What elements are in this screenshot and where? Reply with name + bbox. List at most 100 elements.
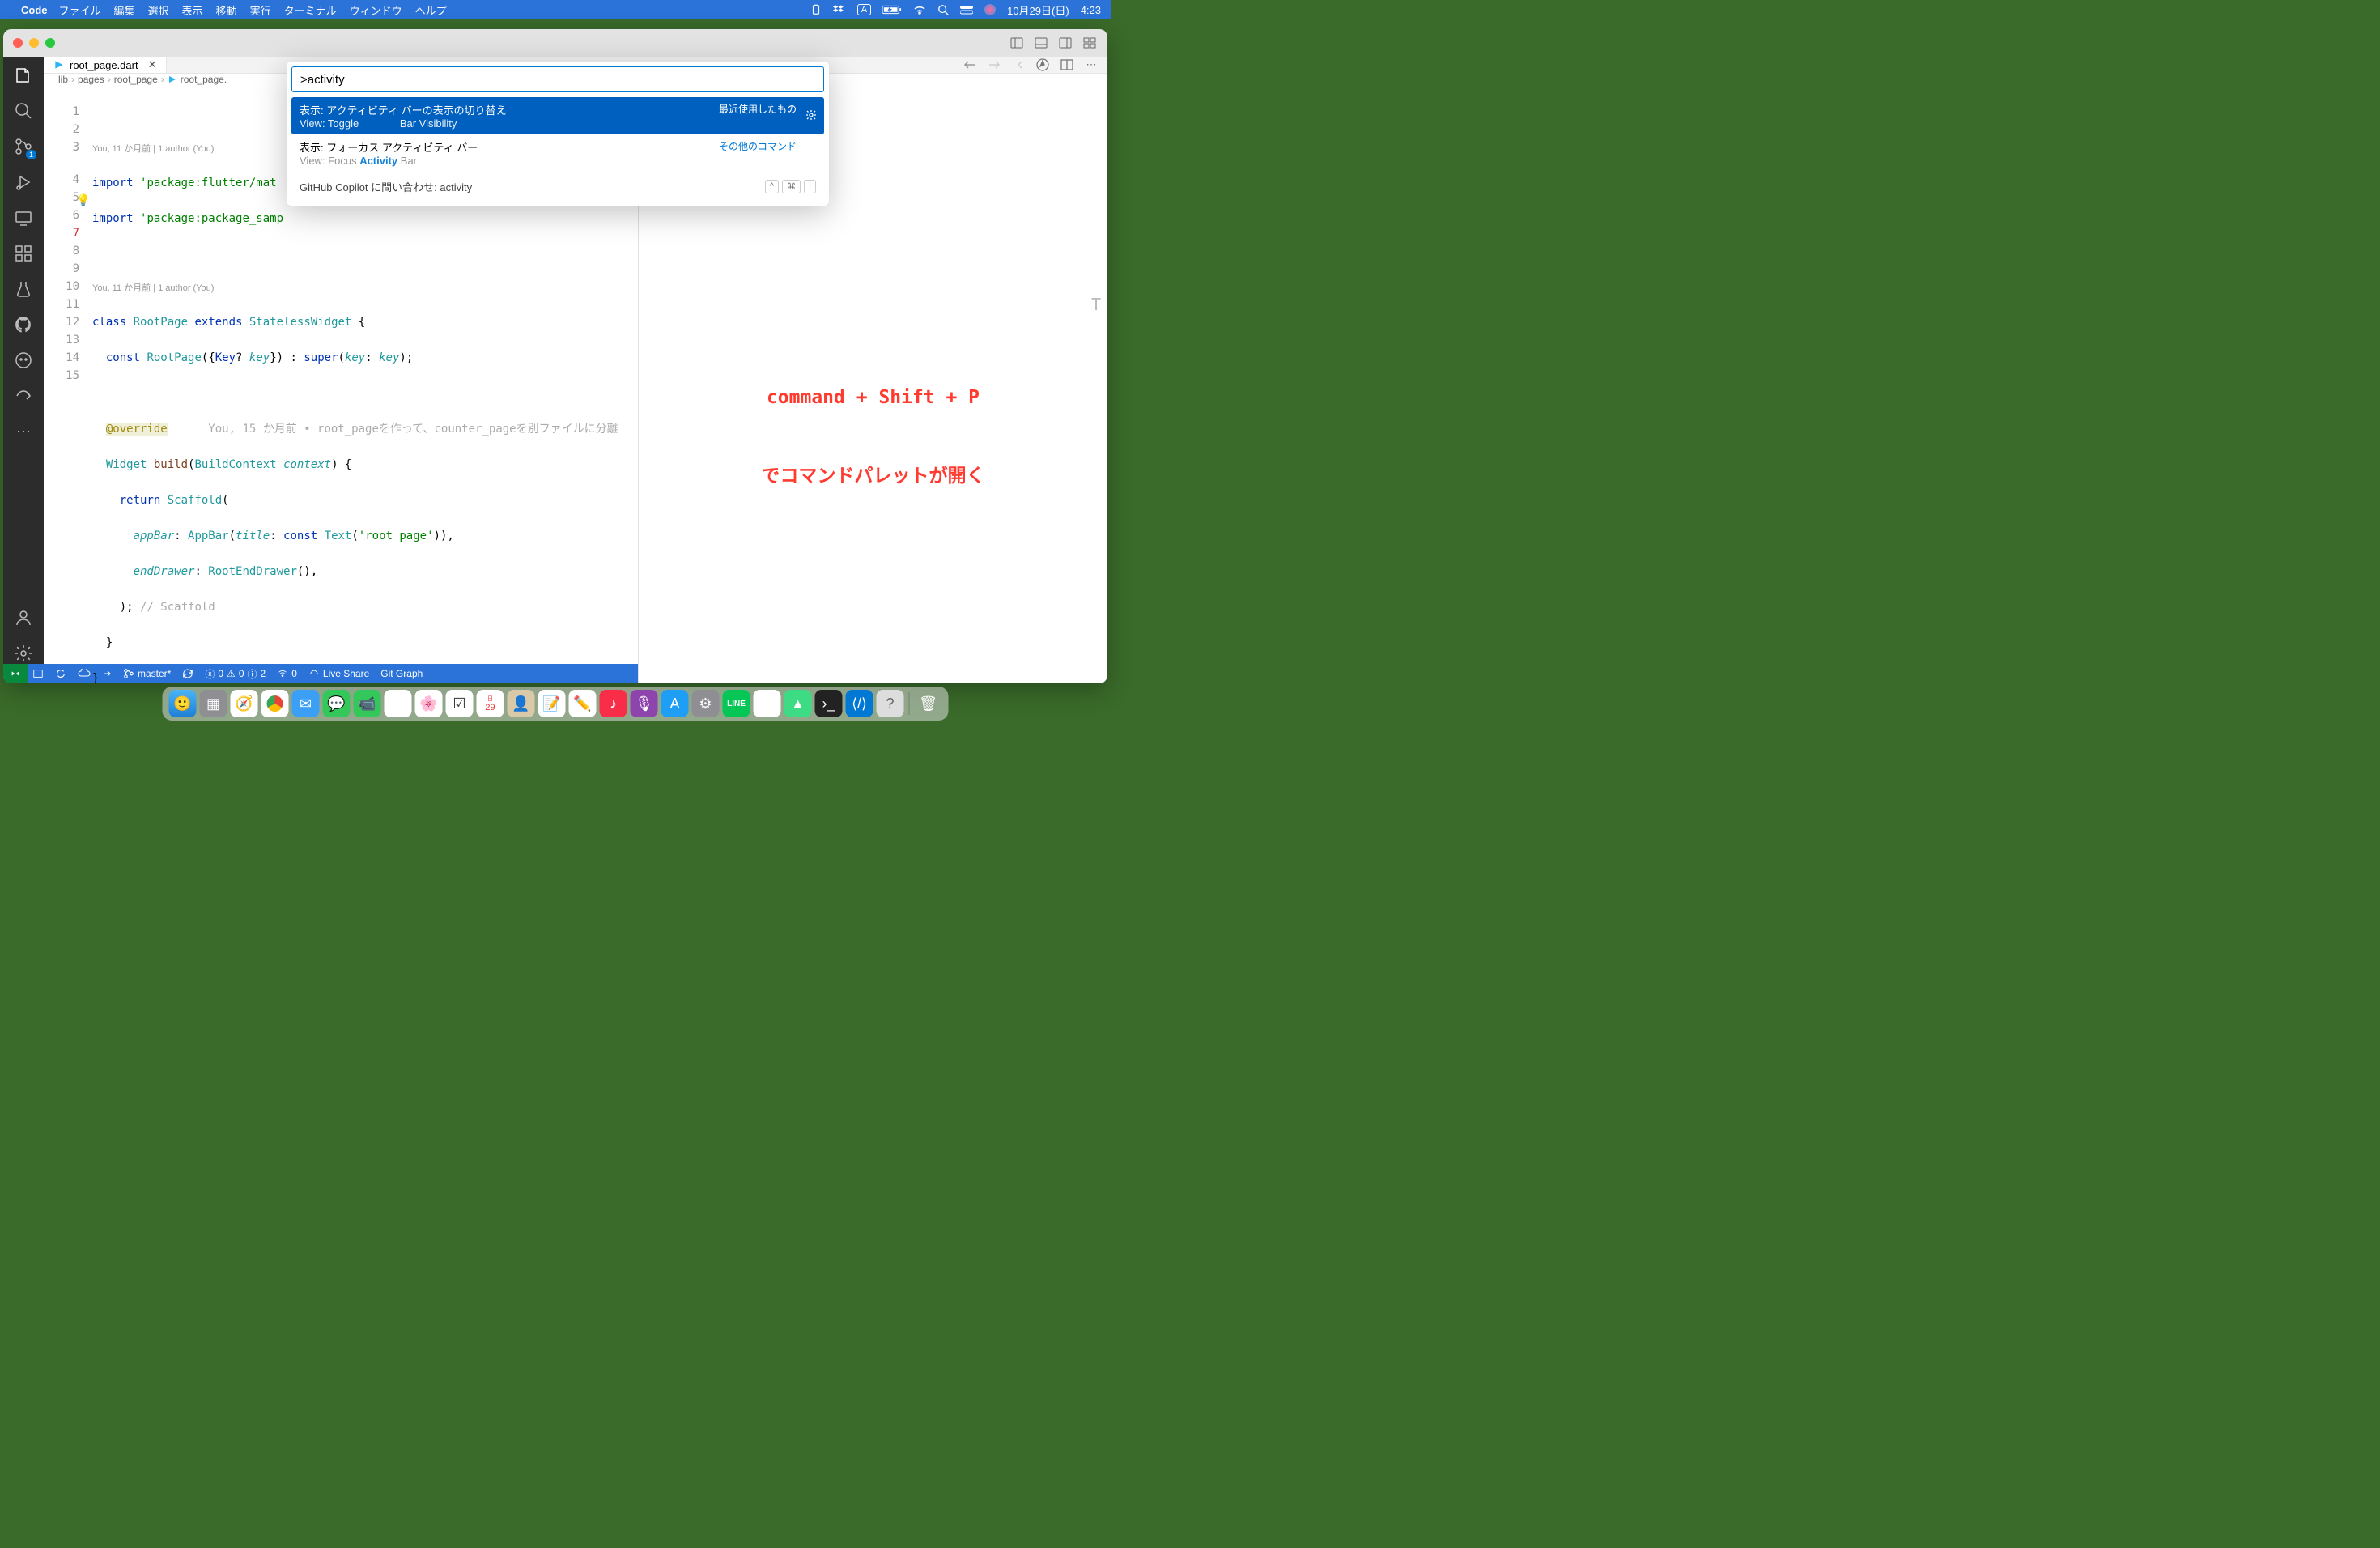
dropbox-icon[interactable]	[833, 4, 846, 15]
customize-layout-icon[interactable]	[1082, 35, 1098, 51]
go-forward-icon[interactable]	[986, 57, 1002, 73]
dock-photos-icon[interactable]: 🌸	[415, 690, 443, 717]
siri-icon[interactable]	[984, 4, 996, 15]
dock-settings-icon[interactable]: ⚙	[692, 690, 720, 717]
dock-chrome-icon[interactable]	[261, 690, 289, 717]
copilot-icon[interactable]	[13, 350, 34, 371]
palette-hint: その他のコマンド	[719, 139, 797, 153]
editor-tab[interactable]: root_page.dart ✕	[44, 57, 167, 73]
dock-terminal-icon[interactable]: ›_	[815, 690, 843, 717]
test-icon[interactable]	[13, 279, 34, 300]
copilot-ask-row[interactable]: GitHub Copilot に問い合わせ: activity ^⌘I	[291, 172, 824, 201]
search-activity-icon[interactable]	[13, 100, 34, 121]
github-icon[interactable]	[13, 314, 34, 335]
remote-icon[interactable]	[13, 207, 34, 228]
traffic-lights	[13, 38, 55, 48]
dock-trash-icon[interactable]: 🗑	[915, 690, 942, 717]
lightbulb-icon[interactable]: 💡	[76, 192, 90, 210]
settings-icon[interactable]	[13, 643, 34, 664]
menu-file[interactable]: ファイル	[59, 2, 101, 18]
annotation-pane: T command + Shift + P でコマンドパレットが開く 「acti…	[638, 134, 1107, 683]
compass-icon[interactable]	[1035, 57, 1051, 73]
account-icon[interactable]	[13, 607, 34, 628]
activity-bar: 1 ⋯	[3, 57, 44, 664]
dock-android-studio-icon[interactable]: ▲	[784, 690, 812, 717]
clipboard-icon[interactable]	[810, 4, 822, 15]
maximize-window-button[interactable]	[45, 38, 55, 48]
dock-notes-icon[interactable]: 📝	[538, 690, 566, 717]
menu-run[interactable]: 実行	[250, 2, 271, 18]
search-icon[interactable]	[937, 4, 949, 15]
macos-menubar: Code ファイル 編集 選択 表示 移動 実行 ターミナル ウィンドウ ヘルプ…	[0, 0, 1111, 19]
share-icon[interactable]	[13, 385, 34, 406]
go-back-icon[interactable]	[962, 57, 978, 73]
dock-messages-icon[interactable]: 💬	[323, 690, 351, 717]
scm-icon[interactable]: 1	[13, 136, 34, 157]
control-center-icon[interactable]	[960, 5, 973, 15]
breadcrumb-seg[interactable]: pages	[78, 74, 104, 85]
menubar-time[interactable]: 4:23	[1081, 4, 1101, 16]
status-window-icon[interactable]	[32, 668, 44, 679]
command-palette-input[interactable]	[291, 66, 824, 92]
dock-calendar-icon[interactable]: 日29	[477, 690, 504, 717]
command-palette-item[interactable]: 表示: フォーカス アクティビティ バー View: Focus Activit…	[291, 134, 824, 172]
keyboard-hint: ^⌘I	[765, 180, 816, 194]
menu-terminal[interactable]: ターミナル	[284, 2, 337, 18]
dock-finder-icon[interactable]: 🙂	[169, 690, 197, 717]
app-name[interactable]: Code	[21, 4, 48, 16]
dock-maps-icon[interactable]: 🗺	[385, 690, 412, 717]
layout-left-icon[interactable]	[1009, 35, 1025, 51]
dock-help-icon[interactable]: ?	[877, 690, 904, 717]
last-edit-icon[interactable]	[1010, 57, 1026, 73]
dock-reminders-icon[interactable]: ☑	[446, 690, 474, 717]
dock-line-icon[interactable]: LINE	[723, 690, 750, 717]
wifi-icon[interactable]	[913, 5, 926, 15]
dock-contacts-icon[interactable]: 👤	[508, 690, 535, 717]
more-actions-icon[interactable]: ⋯	[1083, 57, 1099, 73]
dock-launchpad-icon[interactable]: ▦	[200, 690, 227, 717]
dock-slack-icon[interactable]: ⧉	[754, 690, 781, 717]
menubar-date[interactable]: 10月29日(日)	[1007, 2, 1069, 18]
scm-badge: 1	[26, 150, 36, 159]
layout-bottom-icon[interactable]	[1033, 35, 1049, 51]
remote-indicator[interactable]	[3, 664, 28, 683]
line-gutter: 123 456 7 89101112131415	[44, 85, 92, 683]
menu-selection[interactable]: 選択	[148, 2, 169, 18]
annotation-1: command + Shift + P でコマンドパレットが開く	[663, 333, 1083, 542]
explorer-icon[interactable]	[13, 65, 34, 86]
dock-podcasts-icon[interactable]: 🎙	[631, 690, 658, 717]
tab-filename: root_page.dart	[70, 59, 138, 71]
minimize-window-button[interactable]	[29, 38, 39, 48]
menu-view[interactable]: 表示	[182, 2, 203, 18]
dock-safari-icon[interactable]: 🧭	[231, 690, 258, 717]
breadcrumb-seg[interactable]: lib	[58, 74, 68, 85]
dock-mail-icon[interactable]: ✉	[292, 690, 320, 717]
menu-window[interactable]: ウィンドウ	[350, 2, 402, 18]
dock-facetime-icon[interactable]: 📹	[354, 690, 381, 717]
menu-go[interactable]: 移動	[216, 2, 237, 18]
more-icon[interactable]: ⋯	[13, 421, 34, 442]
dart-file-icon	[168, 74, 177, 84]
battery-icon[interactable]	[882, 5, 902, 15]
text-cursor-icon: T	[1091, 296, 1101, 313]
command-palette: 表示: アクティビティ バーの表示の切り替え View: Toggle Bar …	[287, 62, 829, 206]
ime-icon[interactable]: A	[857, 4, 871, 15]
command-palette-item[interactable]: 表示: アクティビティ バーの表示の切り替え View: Toggle Bar …	[291, 97, 824, 134]
split-editor-icon[interactable]	[1059, 57, 1075, 73]
git-blame-inline: You, 15 か月前 • root_pageを作って、counter_page…	[208, 423, 618, 436]
menu-edit[interactable]: 編集	[114, 2, 135, 18]
debug-icon[interactable]	[13, 172, 34, 193]
tab-close-icon[interactable]: ✕	[148, 58, 157, 71]
dock-vscode-icon[interactable]: ⟨/⟩	[846, 690, 873, 717]
dock-music-icon[interactable]: ♪	[600, 690, 627, 717]
menu-help[interactable]: ヘルプ	[415, 2, 447, 18]
dock-appstore-icon[interactable]: A	[661, 690, 689, 717]
annotation-2: 「activity」とか入れて、 表示切り替えのやつを選択！	[663, 666, 1083, 684]
breadcrumb-seg[interactable]: root_page	[114, 74, 158, 85]
gear-icon[interactable]	[805, 108, 818, 121]
breadcrumb-seg[interactable]: root_page.	[181, 74, 227, 85]
extensions-icon[interactable]	[13, 243, 34, 264]
layout-right-icon[interactable]	[1057, 35, 1073, 51]
close-window-button[interactable]	[13, 38, 23, 48]
dock-freeform-icon[interactable]: ✏️	[569, 690, 597, 717]
